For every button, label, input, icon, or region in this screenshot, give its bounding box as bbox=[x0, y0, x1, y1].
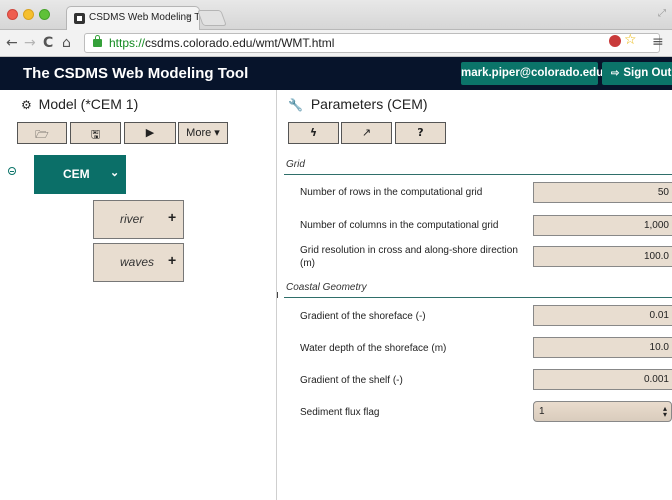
plus-icon[interactable]: + bbox=[168, 252, 176, 268]
component-node-cem[interactable]: CEM ⌄ bbox=[34, 155, 126, 194]
app-header: The CSDMS Web Modeling Tool mark.piper@c… bbox=[0, 57, 672, 90]
bookmark-star-icon[interactable]: ☆ bbox=[624, 32, 637, 48]
new-tab-button[interactable] bbox=[197, 10, 227, 26]
favicon-icon bbox=[74, 13, 85, 24]
window-close-button[interactable] bbox=[7, 9, 18, 20]
lock-icon bbox=[93, 35, 102, 47]
text-cursor bbox=[277, 292, 278, 298]
reset-defaults-button[interactable]: ϟ bbox=[288, 122, 339, 144]
component-slot-waves[interactable]: waves + bbox=[93, 243, 184, 282]
run-model-button[interactable]: ▶ bbox=[124, 122, 176, 144]
param-label-resolution: Grid resolution in cross and along-shore… bbox=[300, 245, 518, 269]
floppy-disk-icon: 🖫 bbox=[90, 128, 101, 141]
component-slot-label: waves bbox=[120, 255, 155, 269]
bolt-icon: ϟ bbox=[309, 126, 318, 139]
parameters-title: Parameters (CEM) bbox=[310, 96, 428, 112]
param-input-columns[interactable]: 1,000 bbox=[533, 215, 672, 236]
param-label-columns: Number of columns in the computational g… bbox=[300, 220, 499, 231]
select-value: 1 bbox=[539, 406, 545, 417]
home-icon[interactable]: ⌂ bbox=[62, 35, 71, 51]
browser-nav-bar: ← → C ⌂ https://csdms.colorado.edu/wmt/W… bbox=[0, 30, 672, 57]
fullscreen-icon[interactable]: ⤢ bbox=[658, 8, 666, 19]
extension-icon[interactable] bbox=[609, 35, 621, 47]
browser-tab[interactable]: CSDMS Web Modeling Tool × bbox=[66, 6, 200, 30]
question-mark-icon: ? bbox=[417, 126, 424, 139]
component-slot-label: river bbox=[120, 212, 144, 226]
folder-open-icon: 🗁 bbox=[35, 128, 49, 141]
chevron-down-icon[interactable]: ⌄ bbox=[110, 166, 119, 179]
param-input-rows[interactable]: 50 bbox=[533, 182, 672, 203]
gears-icon: ⚙ bbox=[21, 98, 32, 112]
param-select-sediment-flux-flag[interactable]: 1 ▴ ▾ bbox=[533, 401, 672, 422]
open-model-button[interactable]: 🗁 bbox=[17, 122, 67, 144]
section-divider bbox=[284, 174, 672, 175]
component-node-label: CEM bbox=[63, 167, 90, 181]
param-label-shoreface-gradient: Gradient of the shoreface (-) bbox=[300, 311, 426, 322]
more-menu-button[interactable]: More ▾ bbox=[178, 122, 228, 144]
url-scheme: https:// bbox=[109, 36, 146, 50]
sign-out-icon: ⇨ bbox=[611, 68, 620, 79]
window-maximize-button[interactable] bbox=[39, 9, 50, 20]
param-input-resolution[interactable]: 100.0 bbox=[533, 246, 672, 267]
help-button[interactable]: ? bbox=[395, 122, 446, 144]
param-input-shelf-gradient[interactable]: 0.001 bbox=[533, 369, 672, 390]
browser-menu-icon[interactable]: ≡ bbox=[652, 34, 664, 50]
param-input-shoreface-depth[interactable]: 10.0 bbox=[533, 337, 672, 358]
app-title: The CSDMS Web Modeling Tool bbox=[23, 65, 249, 82]
play-icon: ▶ bbox=[145, 126, 155, 139]
user-account-button[interactable]: mark.piper@colorado.edu bbox=[461, 62, 603, 85]
tab-close-icon[interactable]: × bbox=[186, 11, 192, 23]
sign-out-button[interactable]: ⇨ Sign Out bbox=[602, 62, 672, 85]
external-link-icon: ↗ bbox=[361, 126, 372, 139]
param-label-rows: Number of rows in the computational grid bbox=[300, 187, 483, 198]
browser-tab-bar: CSDMS Web Modeling Tool × ⤢ bbox=[0, 0, 672, 30]
section-divider bbox=[284, 297, 672, 298]
tab-title: CSDMS Web Modeling Tool bbox=[89, 12, 200, 23]
model-heading: ⚙ Model (*CEM 1) bbox=[21, 96, 138, 112]
select-arrows-icon: ▴ ▾ bbox=[662, 404, 667, 419]
window-minimize-button[interactable] bbox=[23, 9, 34, 20]
section-title-coastal-geometry: Coastal Geometry bbox=[286, 282, 367, 293]
param-label-sediment-flux-flag: Sediment flux flag bbox=[300, 407, 380, 418]
section-title-grid: Grid bbox=[286, 159, 305, 170]
address-bar[interactable]: https://csdms.colorado.edu/wmt/WMT.html bbox=[84, 33, 660, 53]
save-model-button[interactable]: 🖫 bbox=[70, 122, 121, 144]
param-input-shoreface-gradient[interactable]: 0.01 bbox=[533, 305, 672, 326]
param-label-shoreface-depth: Water depth of the shoreface (m) bbox=[300, 343, 447, 354]
open-external-button[interactable]: ↗ bbox=[341, 122, 392, 144]
back-arrow-icon[interactable]: ← bbox=[6, 35, 18, 51]
component-slot-river[interactable]: river + bbox=[93, 200, 184, 239]
parameters-heading: 🔧 Parameters (CEM) bbox=[288, 96, 428, 112]
sign-out-label: Sign Out bbox=[623, 67, 672, 79]
reload-icon[interactable]: C bbox=[43, 35, 53, 51]
url-path: csdms.colorado.edu/wmt/WMT.html bbox=[145, 36, 335, 50]
plus-icon[interactable]: + bbox=[168, 209, 176, 225]
model-title: Model (*CEM 1) bbox=[38, 96, 139, 112]
forward-arrow-icon[interactable]: → bbox=[24, 35, 36, 51]
wrench-icon: 🔧 bbox=[288, 98, 303, 112]
collapse-tree-icon[interactable] bbox=[8, 167, 16, 175]
param-label-shelf-gradient: Gradient of the shelf (-) bbox=[300, 375, 403, 386]
